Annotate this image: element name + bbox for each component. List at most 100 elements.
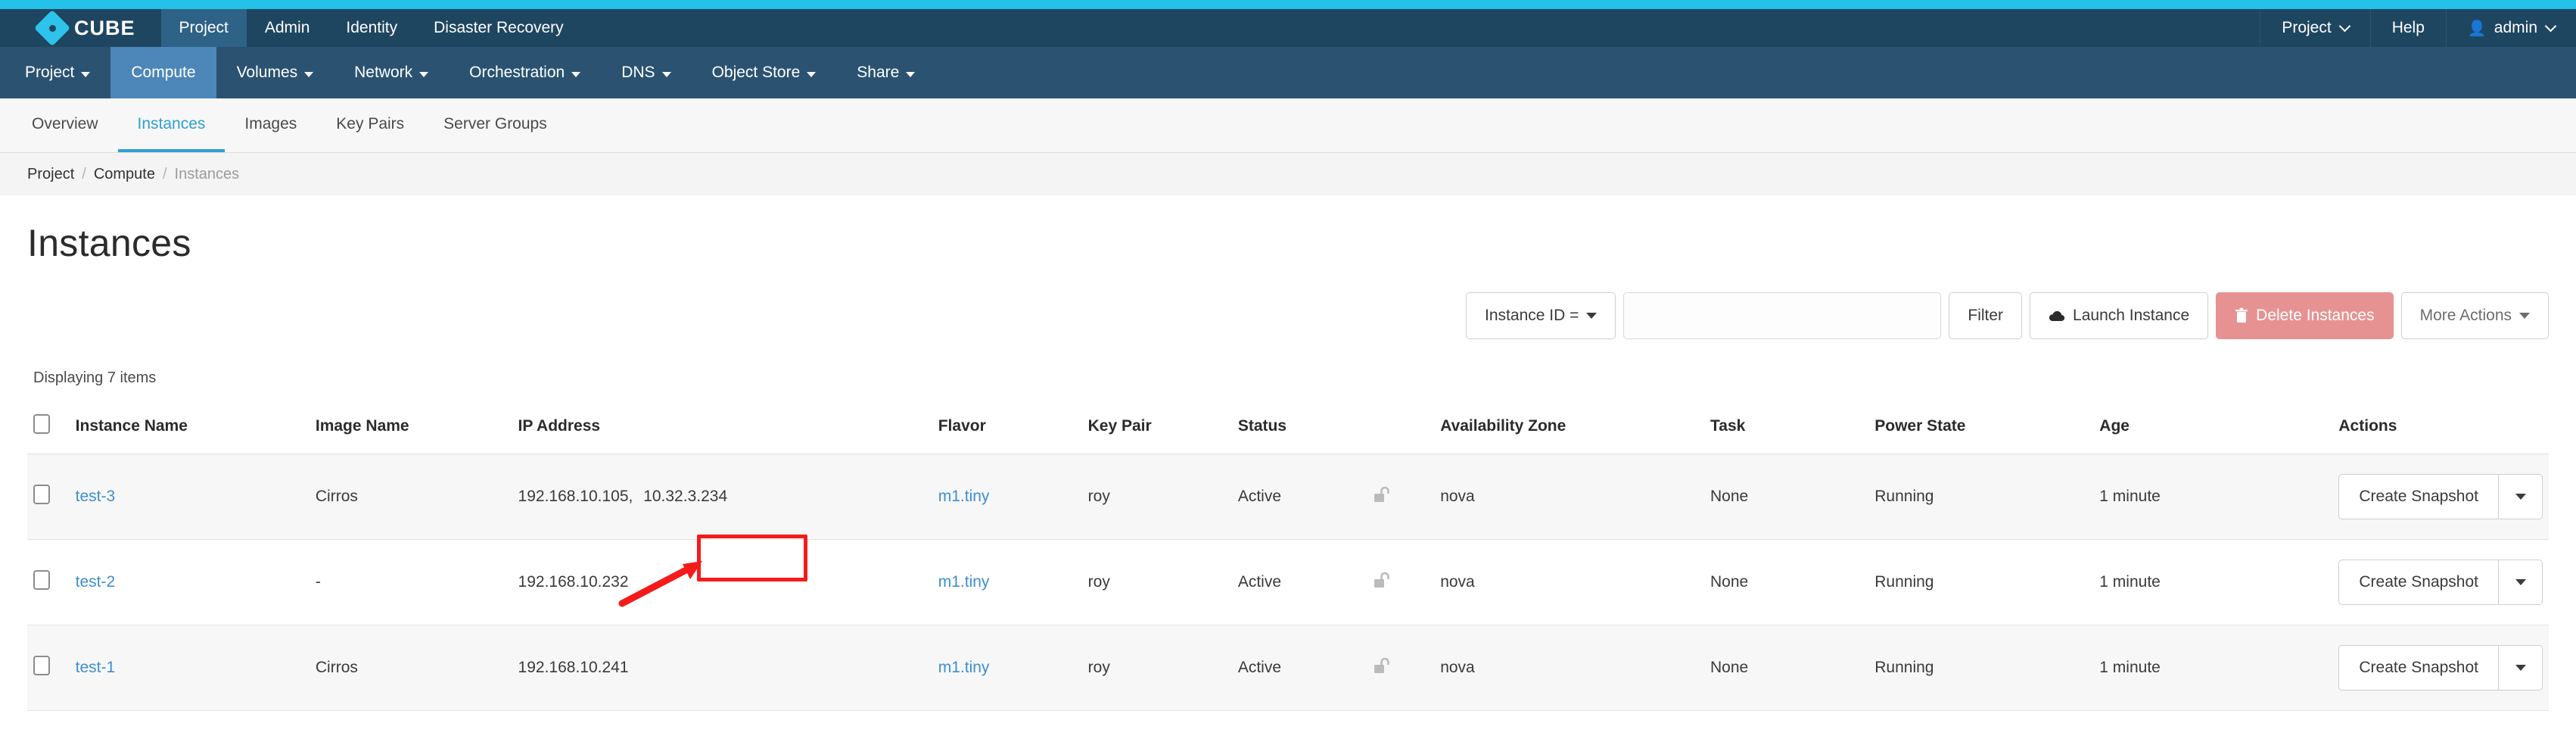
- topnav-items: Project Admin Identity Disaster Recovery: [160, 9, 582, 47]
- delete-instances-button[interactable]: Delete Instances: [2216, 292, 2394, 339]
- row-actions-dropdown-toggle[interactable]: [2499, 560, 2543, 605]
- search-input[interactable]: [1623, 292, 1942, 339]
- project-switcher-label: Project: [2282, 19, 2332, 36]
- top-navigation-bar: CUBE Project Admin Identity Disaster Rec…: [0, 9, 2576, 47]
- subnav-label: DNS: [621, 64, 655, 81]
- instance-name-link[interactable]: test-3: [76, 488, 116, 505]
- instance-name-link[interactable]: test-1: [76, 659, 116, 676]
- cell-flavor: m1.tiny: [932, 625, 1082, 711]
- topnav-item-identity[interactable]: Identity: [328, 9, 415, 47]
- subnav-item-orchestration[interactable]: Orchestration: [449, 47, 601, 98]
- header-image-name[interactable]: Image Name: [309, 407, 512, 454]
- cell-instance-name: test-3: [69, 454, 310, 540]
- cell-age: 1 minute: [2093, 454, 2333, 540]
- chevron-down-icon: [571, 71, 581, 77]
- chevron-down-icon: [2519, 313, 2530, 319]
- cell-ip-address: 192.168.10.241: [512, 625, 932, 711]
- tab-server-groups[interactable]: Server Groups: [424, 98, 567, 152]
- table-toolbar: Instance ID = Filter Launch Instance Del…: [27, 282, 2549, 347]
- subnav-item-compute[interactable]: Compute: [110, 47, 216, 98]
- brand-name: CUBE: [74, 16, 135, 39]
- tab-key-pairs[interactable]: Key Pairs: [316, 98, 424, 152]
- cell-instance-name: test-2: [69, 539, 310, 625]
- header-instance-name[interactable]: Instance Name: [69, 407, 310, 454]
- breadcrumb-item-project[interactable]: Project: [27, 166, 74, 183]
- subnav-label: Project: [25, 64, 75, 81]
- cell-actions: Create Snapshot: [2332, 625, 2549, 711]
- filter-button-label: Filter: [1968, 307, 2004, 324]
- instance-name-link[interactable]: test-2: [76, 573, 116, 591]
- help-label: Help: [2391, 19, 2425, 36]
- flavor-link[interactable]: m1.tiny: [938, 488, 990, 505]
- cell-power-state: Running: [1868, 454, 2094, 540]
- topnav-item-admin[interactable]: Admin: [247, 9, 328, 47]
- chevron-down-icon: [1586, 313, 1598, 319]
- header-status[interactable]: Status: [1231, 407, 1367, 454]
- row-checkbox[interactable]: [33, 485, 50, 504]
- cell-key-pair: roy: [1081, 539, 1232, 625]
- subnav-item-network[interactable]: Network: [334, 47, 449, 98]
- subnav-item-project[interactable]: Project: [0, 47, 110, 98]
- header-lock-spacer: [1367, 407, 1435, 454]
- ip-address-highlighted: 10.32.3.234: [643, 488, 728, 505]
- subnav-item-dns[interactable]: DNS: [601, 47, 691, 98]
- tab-instances[interactable]: Instances: [117, 98, 226, 152]
- row-actions-dropdown-toggle[interactable]: [2499, 474, 2543, 519]
- cell-age: 1 minute: [2093, 625, 2333, 711]
- subnav-label: Object Store: [711, 64, 801, 81]
- instances-table: Instance Name Image Name IP Address Flav…: [27, 407, 2549, 711]
- user-menu-button[interactable]: 👤 admin: [2445, 9, 2576, 47]
- chevron-down-icon: [81, 71, 91, 77]
- row-select-cell: [27, 625, 70, 711]
- header-key-pair[interactable]: Key Pair: [1081, 407, 1232, 454]
- cell-task: None: [1704, 454, 1869, 540]
- tab-overview[interactable]: Overview: [12, 98, 118, 152]
- topnav-item-disaster-recovery[interactable]: Disaster Recovery: [415, 9, 582, 47]
- cell-actions: Create Snapshot: [2332, 539, 2549, 625]
- chevron-down-icon: [304, 71, 314, 77]
- tab-images[interactable]: Images: [225, 98, 316, 152]
- create-snapshot-button[interactable]: Create Snapshot: [2338, 645, 2499, 691]
- page-title: Instances: [27, 222, 191, 264]
- filter-button[interactable]: Filter: [1949, 292, 2023, 339]
- diamond-logo-icon: [33, 9, 71, 47]
- help-link[interactable]: Help: [2369, 9, 2446, 47]
- header-availability-zone[interactable]: Availability Zone: [1434, 407, 1704, 454]
- header-task[interactable]: Task: [1704, 407, 1869, 454]
- header-age[interactable]: Age: [2093, 407, 2333, 454]
- subnav-item-object-store[interactable]: Object Store: [692, 47, 837, 98]
- launch-instance-button[interactable]: Launch Instance: [2030, 292, 2209, 339]
- brand-logo[interactable]: CUBE: [0, 9, 161, 47]
- select-all-checkbox[interactable]: [33, 414, 50, 434]
- create-snapshot-button[interactable]: Create Snapshot: [2338, 560, 2499, 605]
- subnav-label: Network: [354, 64, 413, 81]
- project-switcher-button[interactable]: Project: [2260, 9, 2369, 47]
- cell-availability-zone: nova: [1434, 625, 1704, 711]
- header-power-state[interactable]: Power State: [1868, 407, 2094, 454]
- row-actions-dropdown-toggle[interactable]: [2499, 645, 2543, 691]
- header-flavor[interactable]: Flavor: [932, 407, 1082, 454]
- topnav-item-project[interactable]: Project: [160, 9, 247, 47]
- flavor-link[interactable]: m1.tiny: [938, 573, 990, 591]
- row-action-split-button: Create Snapshot: [2338, 645, 2543, 691]
- cell-image-name: Cirros: [309, 625, 512, 711]
- item-count-label: Displaying 7 items: [33, 369, 157, 386]
- row-checkbox[interactable]: [33, 656, 50, 675]
- table-row: test-3 Cirros 192.168.10.105, 10.32.3.23…: [27, 454, 2549, 540]
- flavor-link[interactable]: m1.tiny: [938, 659, 990, 676]
- subnav-item-volumes[interactable]: Volumes: [216, 47, 334, 98]
- breadcrumb-item-compute[interactable]: Compute: [94, 166, 155, 183]
- filter-field-select[interactable]: Instance ID =: [1466, 292, 1616, 339]
- breadcrumb-item-instances: Instances: [174, 165, 240, 182]
- subnav-label: Orchestration: [469, 64, 565, 81]
- create-snapshot-button[interactable]: Create Snapshot: [2338, 474, 2499, 519]
- cell-instance-name: test-1: [69, 625, 310, 711]
- instances-table-body: test-3 Cirros 192.168.10.105, 10.32.3.23…: [27, 454, 2549, 711]
- cell-key-pair: roy: [1081, 625, 1232, 711]
- subnav-item-share[interactable]: Share: [836, 47, 935, 98]
- cell-flavor: m1.tiny: [932, 454, 1082, 540]
- header-ip-address[interactable]: IP Address: [512, 407, 932, 454]
- row-checkbox[interactable]: [33, 570, 50, 590]
- more-actions-button[interactable]: More Actions: [2400, 292, 2549, 339]
